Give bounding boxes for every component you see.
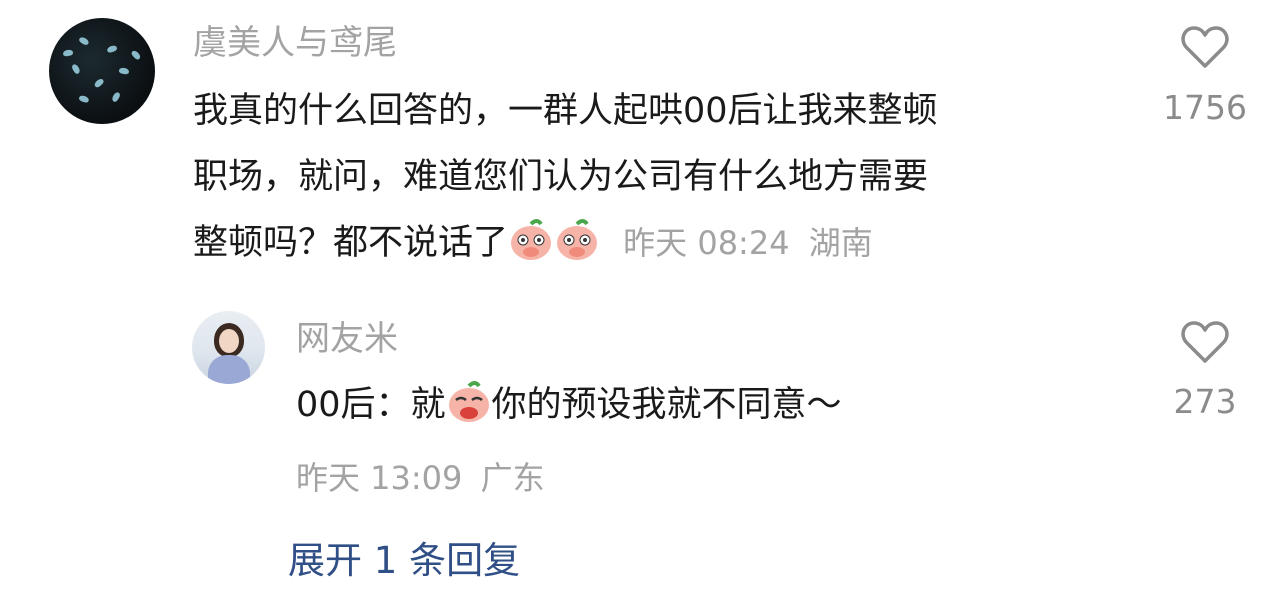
comment-text: 我真的什么回答的，一群人起哄00后让我来整顿 职场，就问，难道您们认为公司有什么…: [193, 78, 1128, 276]
reply-time: 昨天 13:09: [296, 459, 463, 497]
like-count: 1756: [1163, 88, 1247, 127]
reply-like-count: 273: [1173, 382, 1237, 421]
reply-meta: 昨天 13:09 广东: [296, 453, 545, 499]
expand-replies-link[interactable]: 展开 1 条回复: [288, 530, 520, 584]
comment-text-line: 整顿吗？都不说话了 昨天 08:24 湖南: [193, 210, 1128, 276]
reply-username[interactable]: 网友米: [296, 319, 398, 359]
heart-icon[interactable]: [1180, 319, 1230, 365]
comment-time: 昨天 08:24: [623, 224, 790, 262]
comment-text-line: 职场，就问，难道您们认为公司有什么地方需要: [193, 157, 929, 197]
peach-emoji-icon: [508, 216, 554, 262]
comment-text-line3: 整顿吗？都不说话了: [193, 223, 509, 263]
avatar[interactable]: [49, 18, 155, 124]
like-button[interactable]: [1180, 24, 1230, 74]
reply-text-prefix: 00后：就: [296, 385, 446, 425]
comment-location: 湖南: [808, 224, 873, 262]
reply-location: 广东: [480, 459, 545, 497]
reply-avatar[interactable]: [192, 311, 265, 384]
reply-text-suffix: 你的预设我就不同意～: [491, 385, 842, 425]
reply-text: 00后：就 你的预设我就不同意～: [296, 372, 1231, 438]
peach-emoji-icon: [554, 216, 600, 262]
reply-like-button[interactable]: [1180, 319, 1230, 369]
comment-username[interactable]: 虞美人与鸢尾: [193, 23, 397, 63]
comment-text-line: 我真的什么回答的，一群人起哄00后让我来整顿: [193, 91, 938, 131]
peach-emoji-icon: [446, 378, 492, 424]
heart-icon[interactable]: [1180, 24, 1230, 70]
